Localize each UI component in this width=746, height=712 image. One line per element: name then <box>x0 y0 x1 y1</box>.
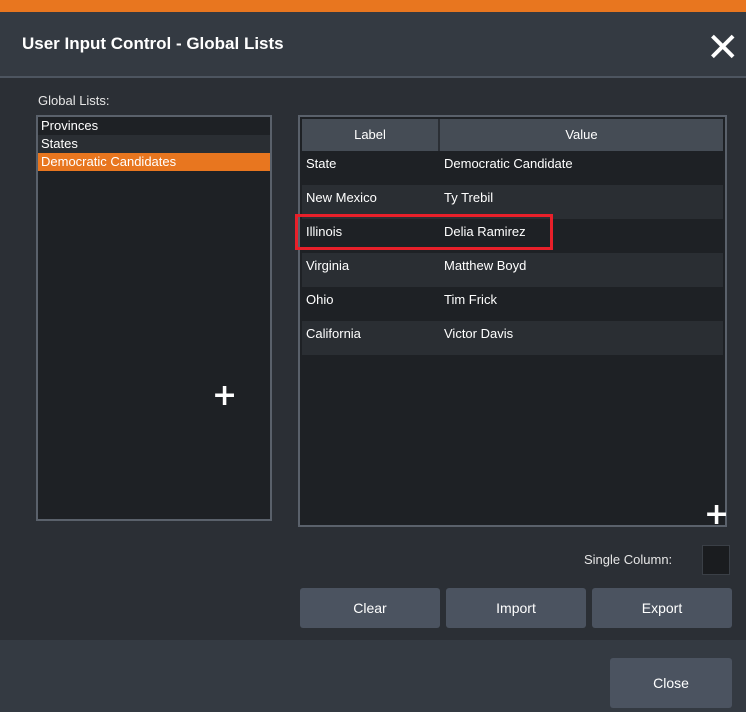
column-header-label[interactable]: Label <box>302 119 440 151</box>
table-row[interactable]: Illinois Delia Ramirez <box>302 219 723 253</box>
table-row[interactable]: New Mexico Ty Trebil <box>302 185 723 219</box>
cell-label: California <box>306 326 361 341</box>
add-row-plus-icon[interactable]: + <box>704 500 729 530</box>
table-row[interactable]: Ohio Tim Frick <box>302 287 723 321</box>
single-column-checkbox[interactable] <box>702 545 730 575</box>
cell-label: Illinois <box>306 224 343 239</box>
import-button[interactable]: Import <box>446 588 586 628</box>
table-row[interactable]: Virginia Matthew Boyd <box>302 253 723 287</box>
export-button[interactable]: Export <box>592 588 732 628</box>
list-item-states[interactable]: States <box>38 135 270 153</box>
close-x-icon[interactable]: ✕ <box>706 28 740 68</box>
cell-label: State <box>306 156 337 171</box>
single-column-label: Single Column: <box>584 552 673 567</box>
cell-label: Virginia <box>306 258 350 273</box>
column-header-value[interactable]: Value <box>440 119 723 151</box>
cell-value: Matthew Boyd <box>444 258 527 273</box>
cell-value: Victor Davis <box>444 326 514 341</box>
values-table: Label Value State Democratic Candidate N… <box>298 115 729 530</box>
global-lists-label: Global Lists: <box>38 93 110 108</box>
title-divider <box>0 76 746 78</box>
list-item-democratic-candidates[interactable]: Democratic Candidates <box>38 153 270 171</box>
cell-value: Democratic Candidate <box>444 156 573 171</box>
list-item-provinces[interactable]: Provinces <box>38 117 270 135</box>
clear-button[interactable]: Clear <box>300 588 440 628</box>
cell-label: Ohio <box>306 292 334 307</box>
table-row[interactable]: State Democratic Candidate <box>302 151 723 185</box>
table-rows: State Democratic Candidate New Mexico Ty… <box>302 151 723 355</box>
cell-value: Ty Trebil <box>444 190 494 205</box>
table-row[interactable]: California Victor Davis <box>302 321 723 355</box>
dialog-title: User Input Control - Global Lists <box>22 34 284 53</box>
title-bar: User Input Control - Global Lists ✕ <box>0 12 746 76</box>
cell-label: New Mexico <box>306 190 377 205</box>
cell-value: Tim Frick <box>444 292 497 307</box>
close-button[interactable]: Close <box>610 658 732 708</box>
table-header: Label Value <box>302 119 723 151</box>
accent-bar <box>0 0 746 12</box>
cell-value: Delia Ramirez <box>444 224 526 239</box>
add-list-plus-icon[interactable]: + <box>212 381 237 411</box>
global-lists-panel: Provinces States Democratic Candidates <box>36 115 272 521</box>
